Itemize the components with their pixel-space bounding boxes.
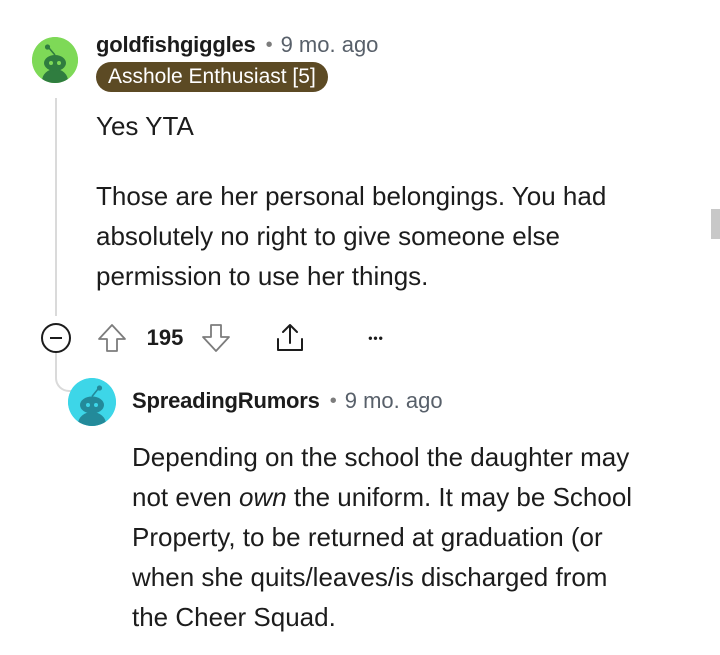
comment-header: goldfishgiggles • 9 mo. ago [96, 30, 378, 60]
reply-header: SpreadingRumors • 9 mo. ago [132, 386, 443, 416]
comment-paragraph: Yes YTA [96, 111, 194, 141]
username[interactable]: SpreadingRumors [132, 388, 320, 414]
reply-body: Depending on the school the daughter may… [132, 437, 712, 637]
downvote-button[interactable] [198, 318, 234, 358]
separator-dot: • [329, 389, 337, 412]
reply-line: Property, to be returned at graduation (… [132, 522, 603, 552]
arrow-down-icon [202, 324, 230, 352]
snoo-avatar-icon [32, 37, 78, 83]
thread-line [55, 98, 57, 316]
upvote-button[interactable] [94, 318, 130, 358]
collapse-button[interactable] [38, 318, 74, 358]
reply-line: when she quits/leaves/is discharged from [132, 562, 608, 592]
avatar[interactable] [32, 37, 78, 83]
more-dots-icon: ••• [368, 331, 384, 345]
comment-action-bar: 195 ••• [38, 318, 398, 358]
vote-score: 195 [146, 325, 184, 350]
reply-line: Depending on the school the daughter may [132, 442, 630, 472]
username[interactable]: goldfishgiggles [96, 32, 256, 58]
emphasis-text: own [238, 482, 287, 512]
comment-line: Those are her personal belongings. You h… [96, 181, 607, 211]
avatar[interactable] [68, 378, 116, 426]
user-flair: Asshole Enthusiast [5] [96, 62, 328, 92]
snoo-avatar-icon [68, 378, 116, 426]
minus-circle-icon [41, 323, 71, 353]
comment-line: absolutely no right to give someone else [96, 221, 560, 251]
more-options-button[interactable]: ••• [358, 318, 394, 358]
scrollbar-thumb[interactable] [711, 209, 720, 239]
share-icon [277, 324, 303, 351]
reply-line: not even own the uniform. It may be Scho… [132, 482, 633, 512]
share-button[interactable] [272, 318, 308, 358]
reply-line: the Cheer Squad. [132, 602, 336, 632]
timestamp: 9 mo. ago [344, 388, 443, 413]
timestamp: 9 mo. ago [280, 32, 379, 57]
separator-dot: • [265, 33, 273, 56]
comment-line: permission to use her things. [96, 261, 429, 291]
comment-body: Yes YTA Those are her personal belonging… [96, 106, 696, 296]
reply-connector [55, 352, 71, 392]
arrow-up-icon [98, 324, 126, 352]
